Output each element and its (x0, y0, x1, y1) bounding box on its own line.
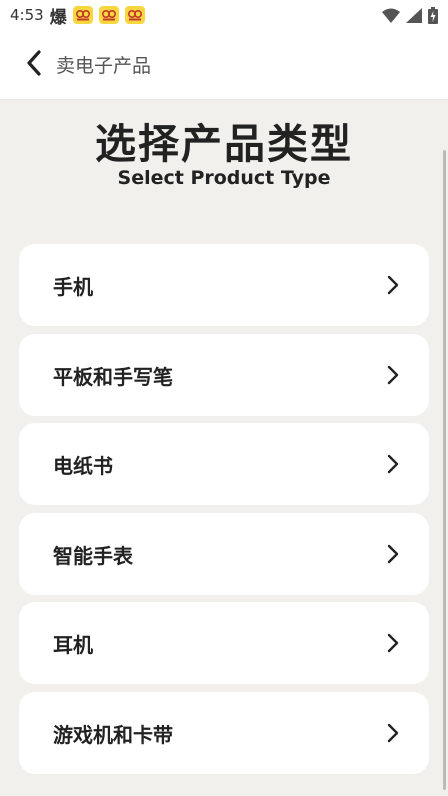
category-item-game-console[interactable]: 游戏机和卡带 (19, 692, 429, 774)
category-item-ereader[interactable]: 电纸书 (19, 423, 429, 505)
battery-icon (428, 6, 438, 24)
category-item-smartwatch[interactable]: 智能手表 (19, 513, 429, 595)
category-label: 手机 (53, 274, 93, 299)
category-label: 平板和手写笔 (53, 364, 173, 389)
page-subtitle: Select Product Type (117, 167, 331, 189)
status-glyph: 爆 (49, 7, 67, 28)
chevron-right-icon (387, 275, 399, 295)
category-label: 游戏机和卡带 (53, 722, 173, 747)
chevron-right-icon (387, 544, 399, 564)
wifi-icon (382, 8, 400, 23)
chevron-right-icon (387, 365, 399, 385)
app-bar: 卖电子产品 (0, 30, 448, 100)
category-label: 耳机 (53, 632, 93, 657)
chevron-left-icon (26, 49, 42, 80)
notification-app-icon (72, 6, 93, 24)
back-button[interactable] (12, 43, 56, 87)
category-item-tablet[interactable]: 平板和手写笔 (19, 334, 429, 416)
notification-app-icon (98, 6, 119, 24)
signal-icon (406, 7, 422, 23)
chevron-right-icon (387, 633, 399, 653)
app-bar-title: 卖电子产品 (56, 55, 152, 77)
status-bar: 4:53 爆 (0, 0, 448, 30)
page-title: 选择产品类型 (95, 120, 353, 168)
chevron-right-icon (387, 723, 399, 743)
notification-app-icon (124, 6, 145, 24)
category-label: 智能手表 (53, 543, 133, 568)
chevron-right-icon (387, 454, 399, 474)
category-label: 电纸书 (53, 453, 113, 478)
content-area: 选择产品类型 Select Product Type 手机 平板和手写笔 电纸书… (0, 100, 448, 796)
status-right-icons (382, 6, 438, 24)
scrollbar[interactable] (443, 150, 446, 790)
category-item-phone[interactable]: 手机 (19, 244, 429, 326)
category-item-earphones[interactable]: 耳机 (19, 602, 429, 684)
status-time: 4:53 (10, 6, 44, 24)
